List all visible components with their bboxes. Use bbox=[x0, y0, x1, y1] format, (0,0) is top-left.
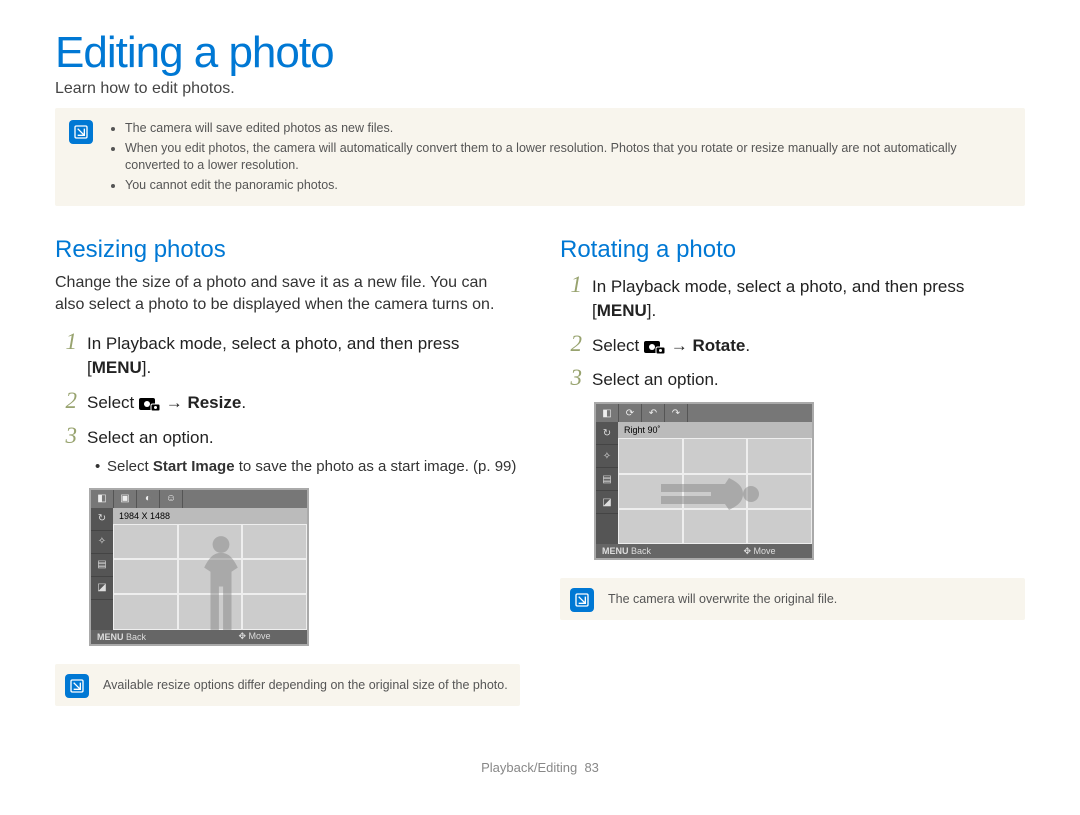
tool-icon: ◧ bbox=[596, 404, 619, 422]
screen-bottombar: MENU Back ✥ Move bbox=[596, 544, 812, 558]
step-number: 3 bbox=[55, 423, 77, 449]
page-footer: Playback/Editing 83 bbox=[55, 760, 1025, 775]
sidebar-icon: ▤ bbox=[596, 468, 618, 491]
step-number: 3 bbox=[560, 365, 582, 391]
step-subitem: Select Start Image to save the photo as … bbox=[97, 457, 520, 477]
steps-rotate: 1 In Playback mode, select a photo, and … bbox=[560, 272, 1025, 392]
tool-resize-icon: ◧ bbox=[91, 490, 114, 508]
note-item: The camera will save edited photos as ne… bbox=[125, 120, 1011, 138]
sidebar-icon: ↻ bbox=[596, 422, 618, 445]
camera-screen-resize: ◧ ▣ ◐ ☺ ↻ ✧ ▤ ◪ 1984 X 1488 bbox=[89, 488, 309, 646]
note-icon bbox=[570, 588, 594, 612]
page-subtitle: Learn how to edit photos. bbox=[55, 80, 1025, 98]
tool-icon: ▣ bbox=[114, 490, 137, 508]
step-text: Select an option. bbox=[592, 368, 1025, 392]
tool-rotate-icon: ⟳ bbox=[619, 404, 642, 422]
heading-resize: Resizing photos bbox=[55, 236, 520, 264]
edit-icon bbox=[644, 338, 666, 354]
sidebar-icon: ◪ bbox=[91, 577, 113, 600]
note-text: The camera will overwrite the original f… bbox=[608, 592, 837, 606]
note-text: Available resize options differ dependin… bbox=[103, 678, 508, 692]
screen-sidebar: ↻ ✧ ▤ ◪ bbox=[91, 508, 113, 630]
screen-status: 1984 X 1488 bbox=[113, 508, 307, 524]
silhouette-icon bbox=[636, 464, 786, 524]
silhouette-icon bbox=[171, 534, 271, 639]
sidebar-icon: ▤ bbox=[91, 554, 113, 577]
tool-icon: ↷ bbox=[665, 404, 688, 422]
top-note-list: The camera will save edited photos as ne… bbox=[113, 118, 1011, 196]
screen-status: Right 90˚ bbox=[618, 422, 812, 438]
step-text: Select → Resize. bbox=[87, 391, 520, 415]
note-item: When you edit photos, the camera will au… bbox=[125, 140, 1011, 175]
sidebar-icon: ✧ bbox=[91, 531, 113, 554]
screen-bottombar: MENU Back ✥ Move bbox=[91, 630, 307, 644]
step-number: 2 bbox=[55, 388, 77, 414]
rotate-note-box: The camera will overwrite the original f… bbox=[560, 578, 1025, 620]
resize-note-box: Available resize options differ dependin… bbox=[55, 664, 520, 706]
steps-resize: 1 In Playback mode, select a photo, and … bbox=[55, 329, 520, 477]
col-rotate: Rotating a photo 1 In Playback mode, sel… bbox=[560, 236, 1025, 736]
heading-rotate: Rotating a photo bbox=[560, 236, 1025, 264]
top-note-box: The camera will save edited photos as ne… bbox=[55, 108, 1025, 206]
page-title: Editing a photo bbox=[55, 28, 1025, 78]
screen-sidebar: ↻ ✧ ▤ ◪ bbox=[596, 422, 618, 544]
step-text: Select an option. bbox=[87, 426, 520, 450]
step-text: In Playback mode, select a photo, and th… bbox=[87, 332, 520, 380]
screen-topbar: ◧ ⟳ ↶ ↷ bbox=[596, 404, 812, 422]
tool-icon: ☺ bbox=[160, 490, 183, 508]
step-number: 1 bbox=[560, 272, 582, 298]
tool-icon: ↶ bbox=[642, 404, 665, 422]
edit-icon bbox=[139, 395, 161, 411]
screen-topbar: ◧ ▣ ◐ ☺ bbox=[91, 490, 307, 508]
tool-icon: ◐ bbox=[137, 490, 160, 508]
desc-resize: Change the size of a photo and save it a… bbox=[55, 272, 520, 315]
sidebar-icon: ◪ bbox=[596, 491, 618, 514]
sidebar-icon: ✧ bbox=[596, 445, 618, 468]
note-item: You cannot edit the panoramic photos. bbox=[125, 177, 1011, 195]
sidebar-icon: ↻ bbox=[91, 508, 113, 531]
note-icon bbox=[69, 120, 93, 144]
step-number: 2 bbox=[560, 331, 582, 357]
step-text: In Playback mode, select a photo, and th… bbox=[592, 275, 1025, 323]
step-text: Select → Rotate. bbox=[592, 334, 1025, 358]
step-number: 1 bbox=[55, 329, 77, 355]
note-icon bbox=[65, 674, 89, 698]
camera-screen-rotate: ◧ ⟳ ↶ ↷ ↻ ✧ ▤ ◪ Right 90˚ bbox=[594, 402, 814, 560]
col-resize: Resizing photos Change the size of a pho… bbox=[55, 236, 520, 736]
